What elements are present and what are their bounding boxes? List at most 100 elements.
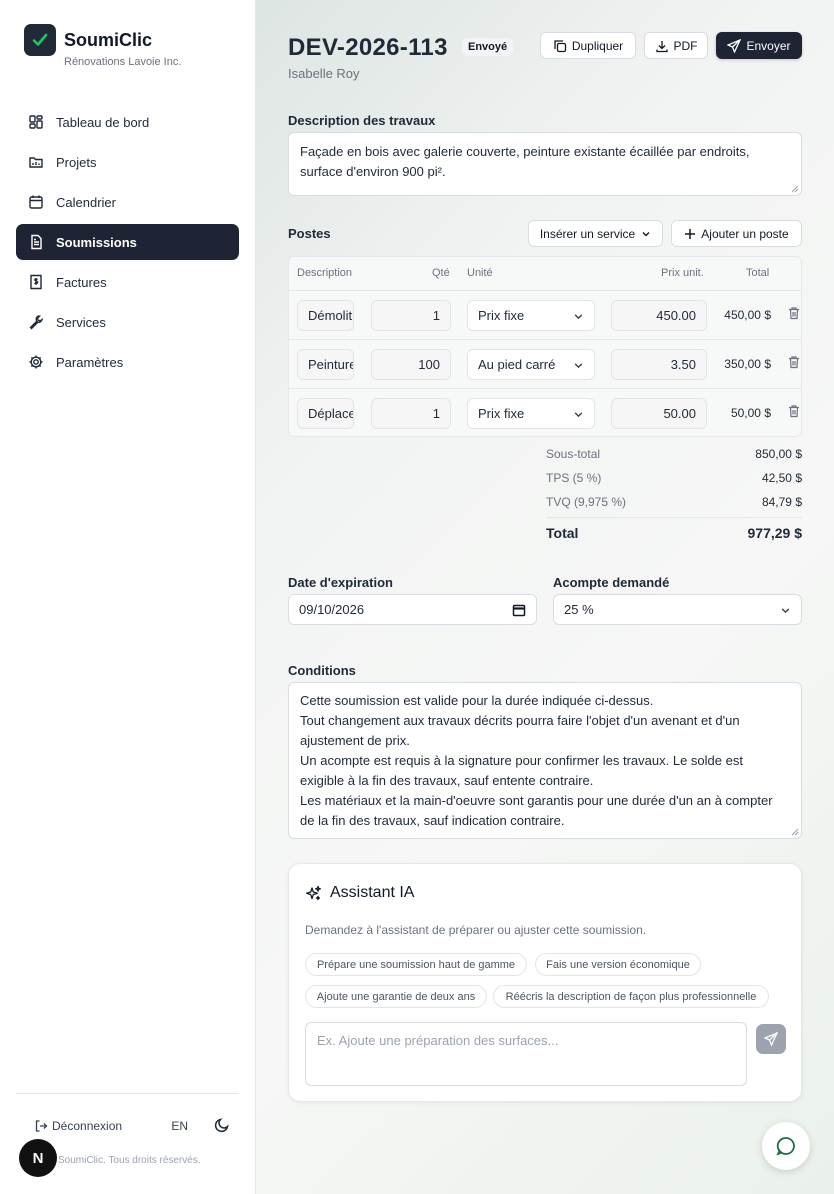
subtotal-row: Sous-total 850,00 $ <box>546 447 802 461</box>
wrench-icon <box>28 314 44 330</box>
item-qty-input[interactable]: 100 <box>371 349 451 380</box>
sidebar-item-label: Paramètres <box>56 354 124 370</box>
logout-button[interactable]: Déconnexion <box>34 1119 122 1133</box>
chevron-down-icon <box>574 412 583 418</box>
sidebar-item-dashboard[interactable]: Tableau de bord <box>16 104 239 140</box>
item-price-input[interactable]: 50.00 <box>611 398 707 429</box>
invoice-icon <box>28 274 44 290</box>
item-description-input[interactable]: Déplacement <box>297 398 354 429</box>
assistant-title: Assistant IA <box>305 884 414 902</box>
trash-icon[interactable] <box>787 404 801 418</box>
deposit-label: Acompte demandé <box>553 575 670 590</box>
send-icon <box>764 1032 778 1046</box>
calendar-icon <box>28 194 44 210</box>
description-textarea[interactable]: Façade en bois avec galerie couverte, pe… <box>288 132 802 196</box>
sidebar-item-services[interactable]: Services <box>16 304 239 340</box>
item-total: 450,00 $ <box>724 308 771 322</box>
item-unit-value: Prix fixe <box>478 406 525 421</box>
sidebar-item-settings[interactable]: Paramètres <box>16 344 239 380</box>
deposit-select[interactable]: 25 % <box>553 594 802 625</box>
item-unit-select[interactable]: Prix fixe <box>467 300 595 331</box>
pdf-button[interactable]: PDF <box>644 32 708 59</box>
item-price-input[interactable]: 3.50 <box>611 349 707 380</box>
item-unit-value: Prix fixe <box>478 308 525 323</box>
conditions-textarea[interactable]: Cette soumission est valide pour la duré… <box>288 682 802 839</box>
chevron-down-icon <box>781 608 790 614</box>
description-text: Façade en bois avec galerie couverte, pe… <box>300 144 750 179</box>
assistant-title-text: Assistant IA <box>330 884 415 901</box>
tps-value: 42,50 $ <box>761 471 802 485</box>
sidebar-item-invoices[interactable]: Factures <box>16 264 239 300</box>
insert-service-button[interactable]: Insérer un service <box>528 220 663 247</box>
chat-support-button[interactable] <box>762 1122 810 1170</box>
resize-handle-icon[interactable] <box>791 828 799 836</box>
add-item-label: Ajouter un poste <box>701 226 789 241</box>
send-button[interactable]: Envoyer <box>716 32 802 59</box>
conditions-line: Un acompte est requis à la signature pou… <box>300 753 743 788</box>
pdf-label: PDF <box>673 38 698 53</box>
chevron-down-icon <box>574 363 583 369</box>
trash-icon[interactable] <box>787 306 801 320</box>
item-description-input[interactable]: Peinture <box>297 349 354 380</box>
sidebar: SoumiClic Rénovations Lavoie Inc. Tablea… <box>0 0 256 1194</box>
conditions-line: Les matériaux et la main-d'oeuvre sont g… <box>300 793 773 828</box>
description-label: Description des travaux <box>288 113 436 128</box>
sidebar-item-label: Factures <box>56 274 107 290</box>
sidebar-item-calendar[interactable]: Calendrier <box>16 184 239 220</box>
table-row: Déplacement 1 Prix fixe 50.00 50,00 $ <box>289 388 801 437</box>
sidebar-item-label: Services <box>56 314 106 330</box>
item-unit-value: Au pied carré <box>478 357 556 372</box>
download-icon <box>655 40 668 52</box>
trash-icon[interactable] <box>787 355 801 369</box>
tvq-value: 84,79 $ <box>761 495 802 509</box>
suggestion-chip[interactable]: Réécris la description de façon plus pro… <box>493 985 769 1008</box>
item-qty-input[interactable]: 1 <box>371 398 451 429</box>
language-toggle[interactable]: EN <box>171 1119 188 1133</box>
sidebar-item-label: Calendrier <box>56 194 116 210</box>
item-unit-select[interactable]: Au pied carré <box>467 349 595 380</box>
item-description-input[interactable]: Démolition <box>297 300 354 331</box>
suggestion-chip[interactable]: Prépare une soumission haut de gamme <box>305 953 527 976</box>
insert-service-label: Insérer un service <box>539 226 636 241</box>
duplicate-button[interactable]: Dupliquer <box>540 32 636 59</box>
deposit-value: 25 % <box>564 602 594 617</box>
status-badge: Envoyé <box>462 38 514 56</box>
suggestion-chip[interactable]: Ajoute une garantie de deux ans <box>305 985 487 1008</box>
resize-handle-icon[interactable] <box>791 185 799 193</box>
item-unit-select[interactable]: Prix fixe <box>467 398 595 429</box>
totals-divider <box>546 517 802 518</box>
add-item-button[interactable]: Ajouter un poste <box>671 220 802 247</box>
gear-icon <box>28 354 44 370</box>
sidebar-item-projects[interactable]: Projets <box>16 144 239 180</box>
send-icon <box>727 38 742 53</box>
duplicate-label: Dupliquer <box>571 38 624 53</box>
tvq-label: TVQ (9,975 %) <box>546 495 627 509</box>
sidebar-nav: Tableau de bord Projets Calendrier Soumi… <box>16 104 239 384</box>
calendar-icon[interactable] <box>512 603 526 617</box>
items-label: Postes <box>288 226 331 241</box>
subtotal-value: 850,00 $ <box>755 447 802 461</box>
item-qty-input[interactable]: 1 <box>371 300 451 331</box>
chat-icon <box>776 1137 795 1156</box>
client-name: Isabelle Roy <box>288 66 360 81</box>
company-name: Rénovations Lavoie Inc. <box>64 56 182 68</box>
suggestion-chip[interactable]: Fais une version économique <box>535 953 701 976</box>
assistant-send-button[interactable] <box>756 1024 786 1054</box>
dark-mode-toggle[interactable] <box>214 1117 230 1136</box>
sidebar-item-quotes[interactable]: Soumissions <box>16 224 239 260</box>
main-content: DEV-2026-113 Envoyé Isabelle Roy Dupliqu… <box>256 0 834 1194</box>
expiry-date-input[interactable]: 09/10/2026 <box>288 594 537 625</box>
total-value: 977,29 $ <box>747 525 803 541</box>
logo-check-icon <box>24 24 56 56</box>
item-price-input[interactable]: 450.00 <box>611 300 707 331</box>
quote-number: DEV-2026-113 <box>288 34 448 61</box>
brand[interactable]: SoumiClic Rénovations Lavoie Inc. <box>24 24 181 68</box>
dev-tools-badge[interactable]: N <box>19 1139 57 1177</box>
copyright: SoumiClic. Tous droits réservés. <box>58 1155 201 1166</box>
folder-icon <box>28 154 44 170</box>
col-unit-price: Prix unit. <box>661 267 704 279</box>
sidebar-item-label: Soumissions <box>56 234 137 250</box>
assistant-prompt-input[interactable]: Ex. Ajoute une préparation des surfaces.… <box>305 1022 747 1086</box>
total-row: Total 977,29 $ <box>546 525 802 541</box>
table-header: Description Qté Unité Prix unit. Total <box>289 257 801 289</box>
